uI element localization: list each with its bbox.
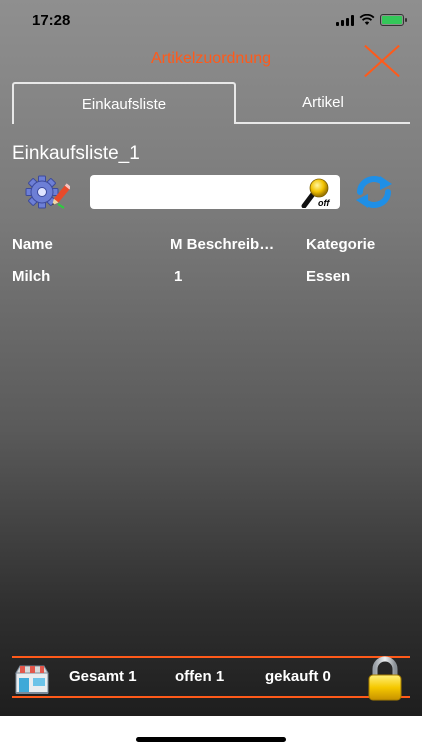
store-icon[interactable] <box>14 663 50 695</box>
home-indicator[interactable] <box>136 737 286 742</box>
summary-gekauft: gekauft 0 <box>265 668 331 685</box>
table-row[interactable]: Milch 1 Essen <box>12 268 410 300</box>
signal-icon <box>336 14 354 26</box>
summary-offen: offen 1 <box>175 668 225 685</box>
close-icon[interactable] <box>358 42 402 82</box>
search-box: off <box>90 175 340 209</box>
column-header-beschreibung[interactable]: M Beschreib… <box>170 236 296 253</box>
article-table: Name M Beschreib… Kategorie Milch 1 Esse… <box>12 236 410 300</box>
table-header: Name M Beschreib… Kategorie <box>12 236 410 268</box>
wifi-icon <box>359 14 375 25</box>
voice-input-button[interactable]: off <box>300 176 334 209</box>
cell-name: Milch <box>12 268 51 285</box>
tab-einkaufsliste[interactable]: Einkaufsliste <box>12 82 236 124</box>
column-header-kategorie[interactable]: Kategorie <box>306 236 410 253</box>
tab-artikel[interactable]: Artikel <box>236 82 410 124</box>
status-time: 17:28 <box>32 12 71 29</box>
search-input[interactable] <box>96 179 296 205</box>
microphone-icon: off <box>301 178 330 209</box>
list-title: Einkaufsliste_1 <box>12 143 140 164</box>
status-bar: 17:28 <box>0 0 422 40</box>
column-header-name[interactable]: Name <box>12 236 162 253</box>
battery-icon <box>380 14 407 26</box>
settings-button[interactable] <box>22 172 72 212</box>
tab-bar: Einkaufsliste Artikel <box>12 82 410 124</box>
cell-menge: 1 <box>174 268 183 285</box>
gear-edit-icon <box>25 175 72 209</box>
summary-bar: Gesamt 1 offen 1 gekauft 0 <box>12 656 410 701</box>
refresh-icon <box>356 176 392 208</box>
refresh-button[interactable] <box>352 172 396 212</box>
lock-icon[interactable] <box>364 656 406 702</box>
cell-kategorie: Essen <box>306 268 351 285</box>
mic-off-label: off <box>318 198 330 208</box>
summary-gesamt: Gesamt 1 <box>69 668 137 685</box>
app-screen: 17:28 Artikelzuordnung Einkaufsliste Art… <box>0 0 422 716</box>
status-icons <box>336 14 407 26</box>
